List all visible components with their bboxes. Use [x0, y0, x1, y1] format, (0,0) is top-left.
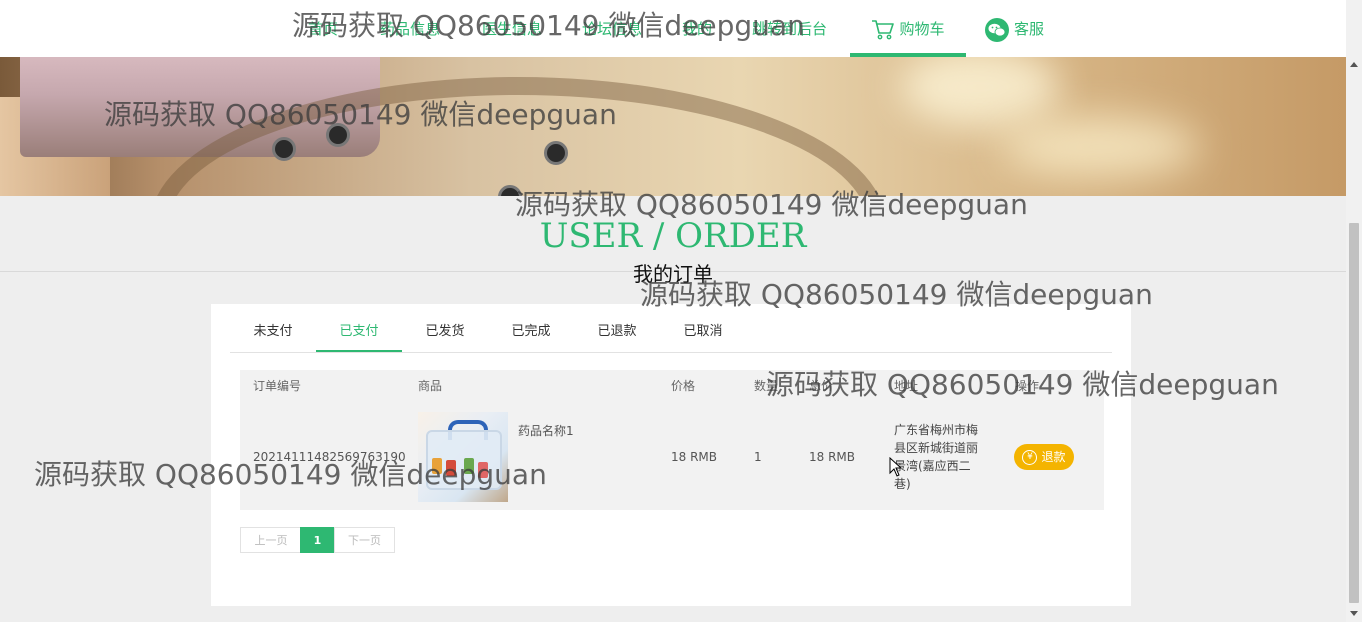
tab-unpaid[interactable]: 未支付: [230, 318, 316, 351]
tab-refunded[interactable]: 已退款: [574, 318, 660, 351]
nav-home[interactable]: 首页: [308, 0, 338, 57]
nav-cart[interactable]: 购物车: [850, 0, 966, 57]
nav-service[interactable]: 客服: [984, 0, 1044, 57]
header-order-no: 订单编号: [253, 379, 302, 393]
scrollbar-thumb[interactable]: [1349, 223, 1359, 603]
tab-shipped[interactable]: 已发货: [402, 318, 488, 351]
banner-image: [0, 57, 1346, 196]
header-address: 地址: [894, 379, 919, 393]
header-total: 总价: [809, 379, 834, 393]
wechat-icon: [985, 17, 1009, 42]
refund-button[interactable]: ¥ 退款: [1014, 444, 1074, 470]
refund-label: 退款: [1041, 450, 1066, 464]
tab-cancelled[interactable]: 已取消: [660, 318, 746, 351]
top-nav: 首页 药品信息 医生信息 论坛信息 我的 跳转到后台 购物车 客服: [0, 0, 1346, 58]
price: 18 RMB: [671, 450, 718, 464]
address: 广东省梅州市梅县区新城街道丽景湾(嘉应西二巷): [894, 423, 979, 491]
order-status-tabs: 未支付 已支付 已发货 已完成 已退款 已取消: [230, 318, 1112, 353]
header-qty: 数量: [754, 379, 779, 393]
header-price: 价格: [671, 379, 696, 393]
nav-drug-info[interactable]: 药品信息: [380, 0, 440, 57]
page-number[interactable]: 1: [300, 527, 335, 553]
scroll-down-icon[interactable]: [1350, 611, 1358, 616]
cart-icon: [872, 19, 895, 39]
nav-forum-info[interactable]: 论坛信息: [582, 0, 642, 57]
nav-admin[interactable]: 跳转到后台: [752, 0, 827, 57]
next-page-button[interactable]: 下一页: [334, 527, 395, 553]
tab-paid[interactable]: 已支付: [316, 318, 402, 352]
nav-service-label: 客服: [1014, 20, 1045, 38]
page-title: 我的订单: [633, 262, 713, 286]
header-action: 操作: [1015, 379, 1040, 393]
total-price: 18 RMB: [809, 450, 856, 464]
yen-icon: ¥: [1022, 450, 1038, 465]
tab-completed[interactable]: 已完成: [488, 318, 574, 351]
prev-page-button[interactable]: 上一页: [240, 527, 302, 553]
scroll-up-icon[interactable]: [1350, 62, 1358, 67]
product-image[interactable]: [418, 412, 508, 502]
product-name[interactable]: 药品名称1: [518, 422, 574, 439]
nav-cart-label: 购物车: [899, 20, 945, 38]
nav-doctor-info[interactable]: 医生信息: [482, 0, 542, 57]
order-card: 未支付 已支付 已发货 已完成 已退款 已取消 订单编号 商品 价格 数量 总价…: [211, 304, 1131, 606]
mouse-cursor-icon: [889, 457, 903, 477]
nav-mine[interactable]: 我的: [682, 0, 712, 57]
page-title-en: USER / ORDER: [539, 216, 807, 256]
order-no: 20214111482569763190: [253, 450, 406, 464]
order-table: 订单编号 商品 价格 数量 总价 地址 操作 20214111482569763…: [240, 370, 1104, 510]
header-product: 商品: [418, 379, 443, 393]
quantity: 1: [754, 450, 762, 464]
